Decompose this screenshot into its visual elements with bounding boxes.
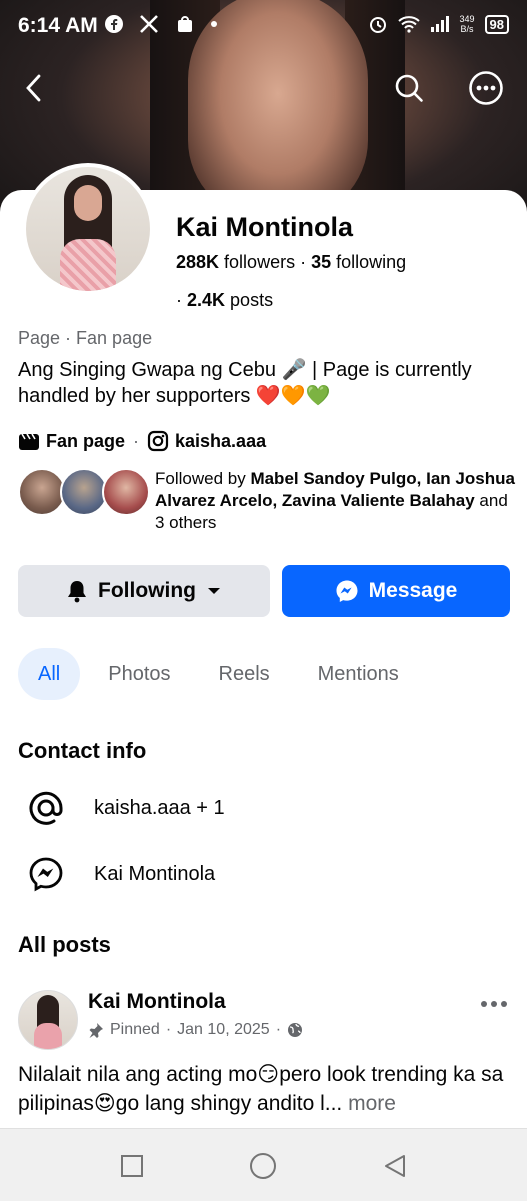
status-time: 6:14 AM bbox=[18, 14, 98, 37]
instagram-link[interactable]: kaisha.aaa bbox=[175, 431, 266, 452]
mutual-avatar-1 bbox=[18, 468, 66, 516]
stat-separator: · bbox=[176, 290, 187, 310]
more-dots-icon bbox=[469, 71, 503, 105]
post-avatar-dress bbox=[34, 1023, 62, 1049]
shop-notif-icon bbox=[177, 16, 192, 32]
profile-tabs: All Photos Reels Mentions bbox=[18, 648, 427, 700]
instagram-icon bbox=[147, 430, 169, 452]
search-icon bbox=[395, 74, 423, 102]
page-category: Page · Fan page bbox=[18, 328, 153, 348]
followed-by-text[interactable]: Followed by Mabel Sandoy Pulgo, Ian Josh… bbox=[155, 468, 515, 534]
meta-separator: · bbox=[165, 1021, 172, 1038]
posts-label: posts bbox=[230, 290, 274, 310]
x-notif-icon bbox=[140, 15, 159, 33]
all-posts-title: All posts bbox=[18, 932, 111, 957]
following-label[interactable]: following bbox=[336, 252, 406, 272]
signal-icon bbox=[430, 16, 449, 32]
alarm-icon bbox=[369, 17, 386, 33]
home-button[interactable] bbox=[248, 1151, 278, 1181]
avatar-dress bbox=[60, 239, 116, 291]
profile-avatar[interactable] bbox=[22, 163, 154, 295]
stat-separator: · bbox=[300, 252, 312, 272]
contact-info-title: Contact info bbox=[18, 738, 147, 763]
more-options-button[interactable] bbox=[466, 68, 506, 108]
circle-icon bbox=[250, 1153, 276, 1179]
bell-icon bbox=[68, 581, 86, 603]
contact-messenger-text: Kai Montinola bbox=[94, 862, 216, 885]
search-button[interactable] bbox=[389, 68, 429, 108]
post-meta: Pinned · Jan 10, 2025 · bbox=[88, 1021, 303, 1039]
fan-page-link[interactable]: Fan page bbox=[46, 431, 125, 452]
messenger-outline-icon bbox=[29, 857, 63, 892]
profile-stats: 288K followers · 35 following bbox=[176, 252, 406, 273]
contact-instagram-text: kaisha.aaa + 1 bbox=[94, 796, 225, 819]
meta-separator: · bbox=[275, 1021, 282, 1038]
link-separator: · bbox=[133, 430, 140, 451]
notification-icons bbox=[104, 14, 218, 37]
posts-count: 2.4K bbox=[187, 290, 226, 310]
globe-icon bbox=[288, 1023, 303, 1037]
message-button-label: Message bbox=[368, 579, 458, 602]
back-nav-button[interactable] bbox=[380, 1151, 410, 1181]
tab-mentions[interactable]: Mentions bbox=[298, 648, 419, 700]
post-options-button[interactable] bbox=[480, 988, 508, 1014]
status-right: 349 B/s 98 bbox=[368, 14, 509, 34]
followers-label[interactable]: followers bbox=[224, 252, 295, 272]
back-button[interactable] bbox=[14, 68, 54, 108]
see-more-link[interactable]: more bbox=[348, 1092, 396, 1115]
tab-all[interactable]: All bbox=[18, 648, 81, 700]
profile-name: Kai Montinola bbox=[176, 212, 353, 242]
post-body: Nilalait nila ang acting mo😏pero look tr… bbox=[18, 1063, 504, 1115]
clapper-icon bbox=[19, 433, 39, 450]
messenger-icon bbox=[336, 580, 358, 602]
at-icon bbox=[29, 791, 63, 825]
caret-down-icon bbox=[207, 588, 220, 594]
more-horizontal-icon bbox=[481, 1001, 507, 1007]
facebook-notif-icon bbox=[105, 15, 123, 33]
profile-links: Fan page · kaisha.aaa bbox=[18, 430, 266, 452]
tab-reels[interactable]: Reels bbox=[199, 648, 290, 700]
status-bar: 6:14 AM 349 B/s 98 bbox=[0, 0, 527, 52]
following-button[interactable]: Following bbox=[18, 565, 270, 617]
contact-messenger-row[interactable]: Kai Montinola bbox=[28, 856, 215, 892]
pin-icon bbox=[89, 1023, 103, 1038]
dot-notif-icon bbox=[210, 21, 217, 27]
wifi-icon bbox=[397, 16, 420, 33]
post-author-avatar[interactable] bbox=[18, 990, 78, 1050]
followers-count[interactable]: 288K bbox=[176, 252, 219, 272]
recents-button[interactable] bbox=[117, 1151, 147, 1181]
post-date[interactable]: Jan 10, 2025 bbox=[177, 1021, 270, 1039]
speed-value: 349 bbox=[459, 14, 475, 24]
tab-photos[interactable]: Photos bbox=[88, 648, 190, 700]
following-button-label: Following bbox=[98, 579, 196, 602]
contact-instagram-row[interactable]: kaisha.aaa + 1 bbox=[28, 790, 225, 826]
speed-unit: B/s bbox=[460, 24, 474, 34]
triangle-back-icon bbox=[385, 1155, 405, 1177]
avatar-face bbox=[74, 185, 102, 221]
mutual-avatars[interactable] bbox=[18, 468, 150, 516]
square-icon bbox=[121, 1155, 143, 1177]
posts-stat: · 2.4K posts bbox=[176, 290, 273, 311]
chevron-left-icon bbox=[26, 74, 41, 102]
profile-bio: Ang Singing Gwapa ng Cebu 🎤 | Page is cu… bbox=[18, 359, 472, 407]
pinned-label: Pinned bbox=[110, 1021, 160, 1038]
mutual-avatar-3 bbox=[102, 468, 150, 516]
network-speed: 349 B/s bbox=[460, 14, 475, 34]
post-author-name[interactable]: Kai Montinola bbox=[88, 990, 226, 1014]
following-count[interactable]: 35 bbox=[311, 252, 331, 272]
message-button[interactable]: Message bbox=[282, 565, 510, 617]
avatar-photo bbox=[26, 167, 150, 291]
battery-indicator: 98 bbox=[484, 14, 509, 34]
system-nav-bar bbox=[0, 1128, 527, 1201]
mutual-avatar-2 bbox=[60, 468, 108, 516]
post-text: Nilalait nila ang acting mo😏pero look tr… bbox=[18, 1060, 513, 1118]
followed-by-prefix: Followed by bbox=[155, 469, 251, 488]
